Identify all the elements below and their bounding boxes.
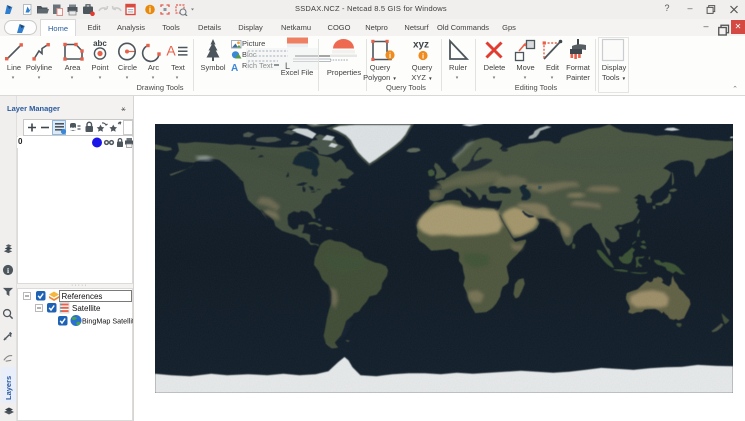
svg-text:i: i: [422, 52, 424, 61]
svg-text:i: i: [389, 51, 391, 60]
svg-text:abc: abc: [93, 39, 107, 48]
svg-text:i: i: [149, 5, 151, 14]
svg-text:xyz: xyz: [413, 40, 429, 51]
svg-text:A: A: [166, 43, 176, 59]
svg-text:L: L: [285, 61, 290, 71]
svg-text:References: References: [62, 292, 103, 301]
svg-text:Satellite: Satellite: [72, 304, 101, 313]
svg-text:A: A: [231, 63, 238, 74]
svg-text:BingMap Satellite I: BingMap Satellite I: [82, 317, 133, 326]
svg-text:i: i: [7, 266, 9, 275]
